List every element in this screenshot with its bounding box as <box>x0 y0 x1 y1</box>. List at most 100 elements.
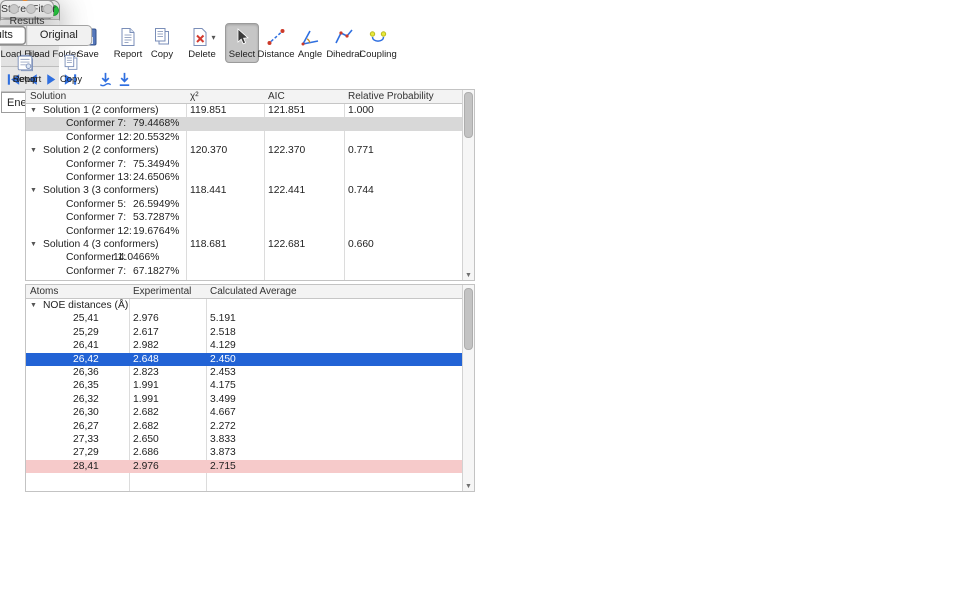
cell: 25,29 <box>73 326 99 339</box>
conformer-row[interactable]: Conformer 7:75.3494% <box>26 158 462 171</box>
toolbar-button-angle[interactable]: Angle <box>293 23 327 63</box>
disclosure-triangle-icon[interactable]: ▼ <box>30 299 37 312</box>
noe-distance-row[interactable]: 25,292.6172.518 <box>26 326 462 339</box>
disclosure-triangle-icon[interactable]: ▼ <box>30 144 37 157</box>
toolbar-button-coupling[interactable]: Coupling <box>361 23 395 63</box>
solution-row[interactable]: ▼Solution 4 (3 conformers)118.681122.681… <box>26 238 462 251</box>
tab-original-input[interactable]: Original Input <box>26 26 91 45</box>
scrollbar-thumb[interactable] <box>464 288 473 350</box>
noe-distance-row[interactable]: 27,332.6503.833 <box>26 433 462 446</box>
cell: 2.982 <box>133 339 159 352</box>
cell: 3.833 <box>210 433 236 446</box>
toolbar-button-report[interactable]: Report <box>111 23 145 63</box>
conformer-row[interactable]: Conformer 5:26.5949% <box>26 198 462 211</box>
noe-distance-row[interactable]: 26,272.6822.272 <box>26 420 462 433</box>
close-button[interactable] <box>9 4 19 14</box>
conformer-label: Conformer 7: <box>66 211 126 224</box>
conformer-row[interactable]: Conformer 7:53.7287% <box>26 211 462 224</box>
toolbar-button-copy[interactable]: Copy <box>145 23 179 63</box>
disclosure-triangle-icon[interactable]: ▼ <box>30 104 37 117</box>
scrollbar-thumb[interactable] <box>464 92 473 138</box>
cell: 4.175 <box>210 379 236 392</box>
noe-distance-row[interactable]: 26,422.6482.450 <box>26 353 462 366</box>
noe-distance-row[interactable]: 28,412.9762.715 <box>26 460 462 473</box>
cell: 121.851 <box>268 104 305 117</box>
vertical-scrollbar[interactable]: ▼ <box>462 285 474 491</box>
conformer-label: Conformer 7: <box>66 265 126 278</box>
copy-button[interactable]: Copy <box>53 53 89 85</box>
stereofitter-titlebar[interactable]: StereoFitter Results <box>1 1 53 18</box>
noe-distance-row[interactable]: 26,362.8232.453 <box>26 366 462 379</box>
noe-distance-row[interactable]: 25,412.9765.191 <box>26 312 462 325</box>
cell: 4.129 <box>210 339 236 352</box>
conformer-population: 26.5949% <box>133 198 179 211</box>
report-icon <box>117 26 139 48</box>
conformer-population: 67.1827% <box>133 265 179 278</box>
cell: 2.823 <box>133 366 159 379</box>
conformer-row[interactable]: Conformer 7:79.4468% <box>26 117 462 130</box>
group-row[interactable]: ▼NOE distances (Å) <box>26 299 462 312</box>
solution-row[interactable]: ▼Solution 1 (2 conformers)119.851121.851… <box>26 104 462 117</box>
cell: 2.686 <box>133 446 159 459</box>
cell: 26,35 <box>73 379 99 392</box>
conformer-row[interactable]: Conformer 12:20.5532% <box>26 131 462 144</box>
cell: Solution 1 (2 conformers) <box>43 104 159 117</box>
conformer-row[interactable]: Conformer 13:24.6506% <box>26 171 462 184</box>
results-toolbar: Report Copy Setup <box>1 50 53 89</box>
minimize-button[interactable] <box>26 4 36 14</box>
toolbar-button-select[interactable]: Select <box>225 23 259 63</box>
solution-row[interactable]: ▼Solution 3 (3 conformers)118.441122.441… <box>26 184 462 197</box>
noe-distance-row[interactable]: 26,35 1.991 4.175 <box>26 379 462 392</box>
drop-to-floor-button[interactable] <box>116 69 133 89</box>
toolbar-button-label: Angle <box>298 49 322 60</box>
results-tab-group: Results Original Input <box>0 25 92 46</box>
conformer-row[interactable]: Conformer 12:19.6764% <box>26 225 462 238</box>
toolbar-button-distance[interactable]: Distance <box>259 23 293 63</box>
toolbar-button-dihedral[interactable]: Dihedral <box>327 23 361 63</box>
dropdown-arrow-icon[interactable]: ▾ <box>212 33 216 42</box>
conformer-row[interactable]: Conformer 7: 67.1827% <box>26 265 462 278</box>
cell: 1.991 <box>133 393 159 406</box>
window-controls <box>9 4 53 14</box>
cell: 26,30 <box>73 406 99 419</box>
conformer-label: Conformer 13: <box>66 171 132 184</box>
cell: 26,32 <box>73 393 99 406</box>
cell: 27,29 <box>73 446 99 459</box>
zoom-button[interactable] <box>43 4 53 14</box>
cell: 28,41 <box>73 460 99 473</box>
delete-icon <box>189 26 211 48</box>
atoms-table: AtomsExperimentalCalculated Average ▼NOE… <box>25 284 475 492</box>
disclosure-triangle-icon[interactable]: ▼ <box>30 184 37 197</box>
cell: 1.991 <box>133 379 159 392</box>
conformer-population: 20.5532% <box>133 131 179 144</box>
minimize-energy-button[interactable] <box>97 69 114 89</box>
solutions-table: Solutionχ²AICRelative Probability ▼Solut… <box>25 89 475 281</box>
noe-distance-row[interactable]: 27,292.6863.873 <box>26 446 462 459</box>
scroll-down-arrow-icon[interactable]: ▼ <box>465 272 472 279</box>
setup-button[interactable]: Setup <box>7 53 43 85</box>
conformer-row[interactable]: Conformer 1:14.0466% <box>26 251 462 264</box>
column-header: Calculated Average <box>210 285 297 299</box>
column-header: χ² <box>190 90 199 104</box>
column-header: AIC <box>268 90 285 104</box>
noe-distance-row[interactable]: 26,321.9913.499 <box>26 393 462 406</box>
toolbar-button-label: Dihedral <box>326 49 361 60</box>
column-header: Experimental <box>133 285 191 299</box>
cell: 118.441 <box>190 184 226 197</box>
cell: 2.682 <box>133 420 159 433</box>
cell: 2.976 <box>133 460 159 473</box>
toolbar-button-delete[interactable]: ▾Delete <box>185 23 219 63</box>
tab-results[interactable]: Results <box>0 26 26 45</box>
noe-distance-row[interactable]: 26,302.6824.667 <box>26 406 462 419</box>
noe-distance-row[interactable]: 26,412.9824.129 <box>26 339 462 352</box>
vertical-scrollbar[interactable]: ▼ <box>462 90 474 280</box>
cell: 2.450 <box>210 353 236 366</box>
disclosure-triangle-icon[interactable]: ▼ <box>30 238 37 251</box>
scroll-down-arrow-icon[interactable]: ▼ <box>465 483 472 490</box>
dihedral-icon <box>333 26 355 48</box>
solution-row[interactable]: ▼Solution 2 (2 conformers)120.370122.370… <box>26 144 462 157</box>
cell: 120.370 <box>190 144 227 157</box>
cell: 25,41 <box>73 312 99 325</box>
stereofitter-icon <box>20 0 30 1</box>
arrow-down-bar-icon <box>116 71 133 88</box>
